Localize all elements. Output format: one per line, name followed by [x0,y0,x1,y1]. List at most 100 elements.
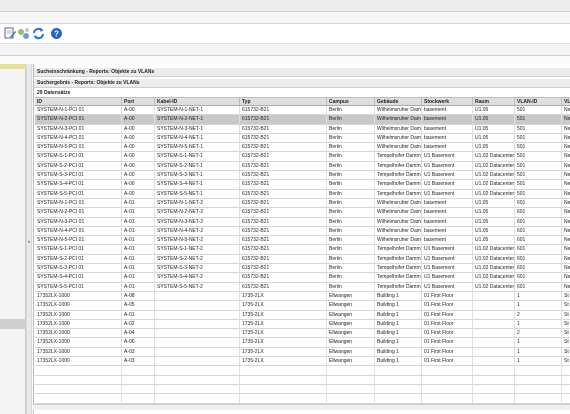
results-table: ID Port Kabel-ID Typ Campus Gebäude Stockwerk R… [35,97,570,408]
cell-vlan-id: 601 [515,208,562,218]
cell-typ: 615732-B21 [240,133,327,143]
cell-port: A-00 [122,152,155,162]
table-row[interactable]: SYSTEM-S-4-PCI 01 A-01 SYSTEM-S-4-NET-2 615… [35,273,570,283]
empty-cell [35,384,122,394]
table-row[interactable]: 17352LX-1000 A-06 1735-2LX Ellwangen Buildin… [35,338,570,348]
cell-kabel-id: SYSTEM-N-5-NET-2 [155,236,240,246]
cell-stockwerk: 01 First Floor [422,347,473,357]
cell-kabel-id: SYSTEM-N-5-NET-1 [155,143,240,153]
table-row[interactable]: SYSTEM-S-3-PCI 01 A-01 SYSTEM-S-3-NET-2 615… [35,264,570,274]
cell-raum: U1.02 Datacenter [475,254,515,264]
network-link-icon[interactable] [17,27,30,40]
cell-gebaeude: Wilhelmsruher Damm [377,226,422,236]
cell-campus: Berlin [327,198,375,208]
navigation-panel-header [0,64,26,69]
cell-id: SYSTEM-N-5-PCI 01 [35,143,122,153]
table-row[interactable]: 17352LX-1000 A-03 1735-2LX Ellwangen Buildin… [35,347,570,358]
table-row[interactable]: 17352LX-1000 A-02 1735-2LX Ellwangen Buildin… [35,319,570,330]
refresh-icon[interactable] [32,27,45,40]
table-row[interactable]: SYSTEM-N-2-PCI 01 A-00 SYSTEM-N-2-NET-1 615… [35,115,570,125]
table-row[interactable]: 17352LX-1000 A-03 1735-2LX Ellwangen Buildin… [35,357,570,367]
cell-vlan-id: 601 [515,236,562,246]
cell-raum: U1.02 Datacenter [475,264,515,274]
cell-raum: U1.05 [473,115,515,125]
edit-document-icon[interactable] [4,27,17,40]
cell-id: 17352LX-1000 [35,319,122,329]
cell-campus: Berlin [327,161,375,171]
table-row[interactable]: SYSTEM-S-2-PCI 01 A-01 SYSTEM-S-2-NET-2 615… [35,254,570,265]
table-row[interactable]: SYSTEM-S-1-PCI 01 A-01 SYSTEM-S-1-NET-2 615… [35,245,570,255]
cell-gebaeude: Wilhelmsruher Damm [377,133,422,143]
table-row[interactable]: SYSTEM-S-2-PCI 01 A-00 SYSTEM-S-2-NET-1 615… [35,161,570,172]
cell-port: A-08 [122,291,155,301]
cell-id: 17352LX-1000 [35,329,122,339]
cell-campus: Ellwangen [327,329,375,339]
cell-campus: Ellwangen [327,347,375,357]
table-row[interactable]: SYSTEM-N-2-PCI 01 A-01 SYSTEM-N-2-NET-2 615… [35,208,570,218]
horizontal-scrollbar[interactable] [33,404,570,410]
help-icon[interactable]: ? [50,27,63,40]
table-row[interactable]: SYSTEM-N-1-PCI 01 A-00 SYSTEM-N-1-NET-1 615… [35,106,570,116]
cell-vlan-id: 601 [515,226,562,236]
column-header-vl[interactable]: VL [562,98,570,106]
cell-vlan-id: 601 [515,264,562,274]
cell-typ: 1735-2LX [240,329,327,339]
cell-port: A-00 [122,171,155,181]
column-header-raum[interactable]: Raum [473,98,515,106]
cell-stockwerk: 01 First Floor [422,319,473,329]
table-row[interactable]: SYSTEM-N-4-PCI 01 A-01 SYSTEM-N-4-NET-2 615… [35,226,570,237]
table-row[interactable]: SYSTEM-N-5-PCI 01 A-01 SYSTEM-N-5-NET-2 615… [35,236,570,246]
table-row[interactable]: SYSTEM-N-1-PCI 01 A-01 SYSTEM-N-1-NET-2 615… [35,198,570,209]
column-header-typ[interactable]: Typ [240,98,327,106]
cell-vl: Ne [562,125,570,134]
empty-cell [515,384,562,394]
cell-campus: Berlin [327,143,375,153]
cell-gebaeude: Wilhelmsruher Damm [377,115,422,125]
table-row[interactable]: SYSTEM-N-5-PCI 01 A-00 SYSTEM-N-5-NET-1 615… [35,143,570,153]
cell-typ: 615732-B21 [240,245,327,255]
column-header-campus[interactable]: Campus [327,98,375,106]
cell-raum [473,291,515,301]
column-header-vlan-id[interactable]: VLAN-ID [515,98,562,106]
empty-cell [473,394,515,404]
cell-stockwerk: U1 Basement [422,152,473,162]
table-row[interactable]: 17352LX-1000 A-05 1735-2LX Ellwangen Buildin… [35,301,570,311]
search-restriction-header[interactable]: Sucheinschränkung - Reports: Objekte zu … [34,68,570,77]
cell-id: SYSTEM-S-5-PCI 01 [35,282,122,292]
table-row[interactable]: SYSTEM-S-3-PCI 01 A-00 SYSTEM-S-3-NET-1 615… [35,171,570,181]
cell-vl: St [562,292,570,301]
splitter-grip-icon[interactable]: ▸ [28,239,31,245]
cell-kabel-id: SYSTEM-S-5-NET-1 [155,189,240,199]
table-row[interactable]: 17352LX-1000 A-01 1735-2LX Ellwangen Buildin… [35,310,570,320]
table-row[interactable]: SYSTEM-N-3-PCI 01 A-00 SYSTEM-N-3-NET-1 615… [35,124,570,134]
column-header-port[interactable]: Port [122,98,155,106]
column-header-kabel-id[interactable]: Kabel-ID [155,98,240,106]
table-row[interactable]: SYSTEM-S-4-PCI 01 A-00 SYSTEM-S-4-NET-1 615… [35,180,570,190]
table-row[interactable]: SYSTEM-N-4-PCI 01 A-00 SYSTEM-N-4-NET-1 615… [35,133,570,144]
cell-raum [473,310,515,320]
navigation-selected-item[interactable] [0,319,26,329]
cell-kabel-id: SYSTEM-N-2-NET-2 [155,208,240,218]
table-row[interactable]: 17352LX-1000 A-08 1735-2LX Ellwangen Buildin… [35,291,570,302]
search-results-header[interactable]: Suchergebnis - Reports: Objekte zu VLANs [34,79,570,88]
cell-gebaeude: Tempelhofer Damm 9 [377,273,422,283]
column-header-stockwerk[interactable]: Stockwerk [422,98,473,106]
cell-vl: Ne [562,106,570,115]
cell-campus: Berlin [327,189,375,199]
column-header-gebaeude[interactable]: Gebäude [375,98,422,106]
panel-splitter[interactable]: ▸ [26,64,32,414]
cell-stockwerk: basement [422,115,473,125]
cell-vlan-id: 501 [515,115,562,125]
table-row[interactable]: 17352LX-1000 A-04 1735-2LX Ellwangen Buildin… [35,329,570,339]
cell-vlan-id: 601 [515,254,562,264]
table-row[interactable]: SYSTEM-S-5-PCI 01 A-01 SYSTEM-S-5-NET-2 615… [35,282,570,292]
cell-gebaeude: Tempelhofer Damm 9 [377,264,422,274]
navigation-panel[interactable] [0,64,26,414]
table-row[interactable]: SYSTEM-N-3-PCI 01 A-01 SYSTEM-N-3-NET-2 615… [35,217,570,227]
empty-cell [240,375,327,385]
table-row[interactable]: SYSTEM-S-1-PCI 01 A-00 SYSTEM-S-1-NET-1 615… [35,152,570,162]
cell-campus: Berlin [327,152,375,162]
table-row[interactable]: SYSTEM-S-5-PCI 01 A-00 SYSTEM-S-5-NET-1 615… [35,189,570,199]
cell-kabel-id: SYSTEM-N-3-NET-1 [155,124,240,134]
column-header-id[interactable]: ID [35,98,122,106]
